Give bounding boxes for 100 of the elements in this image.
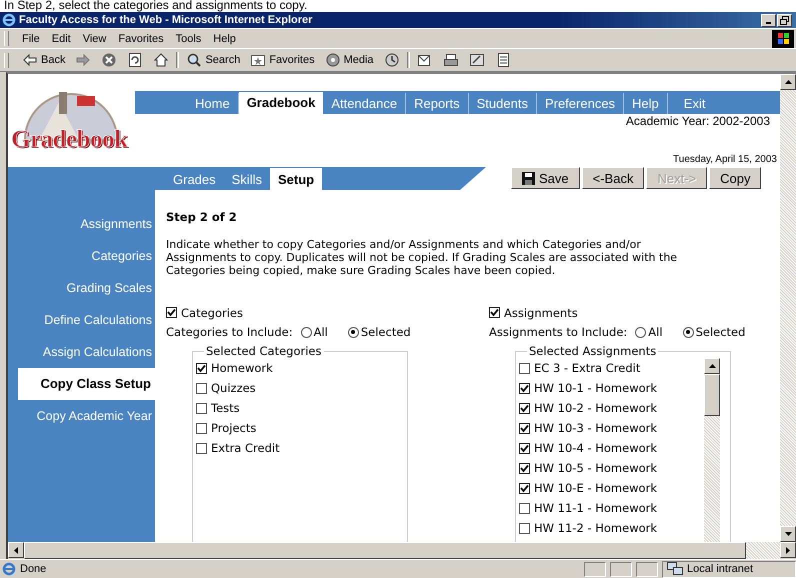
nav-tab[interactable]: Reports bbox=[406, 93, 469, 114]
restore-button[interactable] bbox=[777, 14, 792, 26]
page-icon bbox=[2, 562, 16, 576]
sidebar-item[interactable]: Assign Calculations bbox=[8, 336, 155, 368]
checkbox-label: HW 10-4 - Homework bbox=[534, 441, 658, 455]
menu-item[interactable]: View bbox=[78, 32, 112, 44]
checkbox[interactable] bbox=[519, 462, 530, 474]
checkbox-label: HW 11-2 - Homework bbox=[534, 521, 658, 535]
checkbox[interactable] bbox=[519, 482, 530, 494]
action-button[interactable]: Save bbox=[511, 167, 580, 189]
checkbox[interactable] bbox=[196, 442, 207, 454]
zone-text: Local intranet bbox=[687, 563, 754, 575]
checkbox[interactable] bbox=[519, 502, 530, 514]
menu-item[interactable]: Help bbox=[208, 32, 241, 44]
checkbox[interactable] bbox=[519, 362, 530, 374]
sidebar-item[interactable]: Grading Scales bbox=[8, 272, 155, 304]
radio-button[interactable] bbox=[300, 326, 312, 338]
status-pane bbox=[584, 562, 606, 576]
sidebar-item[interactable]: Categories bbox=[8, 240, 155, 272]
stop-icon bbox=[101, 52, 118, 68]
checkbox-label: Assignments bbox=[504, 306, 578, 320]
browser-icon bbox=[2, 13, 16, 27]
sidebar-item[interactable]: Copy Class Setup bbox=[18, 368, 155, 400]
restore-icon bbox=[780, 16, 789, 24]
checkbox-label: HW 10-3 - Homework bbox=[534, 421, 658, 435]
scrollbar-thumb[interactable] bbox=[704, 374, 720, 416]
media-button[interactable]: Media bbox=[322, 52, 377, 68]
checkbox[interactable] bbox=[166, 307, 177, 318]
history-icon bbox=[384, 52, 400, 68]
radio-label: Selected bbox=[360, 325, 411, 339]
checkbox[interactable] bbox=[196, 362, 207, 374]
home-icon bbox=[153, 52, 170, 68]
checkbox-label: HW 10-5 - Homework bbox=[534, 461, 658, 475]
checkbox[interactable] bbox=[519, 522, 530, 534]
sidebar-item[interactable]: Assignments bbox=[8, 208, 155, 240]
nav-tab[interactable]: Gradebook bbox=[238, 92, 324, 114]
checkbox-label: Categories bbox=[181, 306, 243, 320]
media-icon bbox=[324, 52, 341, 68]
nav-tab[interactable]: Exit bbox=[668, 93, 722, 114]
group-title: Selected Categories bbox=[205, 344, 322, 358]
right-arrow-icon bbox=[786, 546, 790, 554]
minimize-button[interactable] bbox=[761, 14, 776, 26]
sub-tab[interactable]: Skills bbox=[224, 170, 270, 190]
instructions-text: Indicate whether to copy Categories and/or Assignments and which Categories and/or Assignments to copy. Duplicates will not be copied. If Grading Scales are associated with the Categories being copied, make sure Grading Scales have been copied. bbox=[166, 238, 678, 277]
checkbox[interactable] bbox=[519, 402, 530, 414]
nav-tab[interactable]: Preferences bbox=[536, 93, 624, 114]
checkbox[interactable] bbox=[519, 382, 530, 394]
include-label: Categories to Include: bbox=[166, 325, 293, 339]
up-arrow-icon bbox=[708, 364, 716, 368]
edit-icon bbox=[468, 52, 485, 68]
print-icon bbox=[442, 52, 459, 68]
status-text: Done bbox=[20, 563, 48, 575]
radio-button[interactable] bbox=[348, 326, 359, 338]
menu-item[interactable]: Edit bbox=[46, 32, 76, 44]
action-button[interactable]: <-Back bbox=[582, 167, 644, 189]
radio-button[interactable] bbox=[635, 326, 646, 338]
flag-logo-icon bbox=[772, 30, 794, 48]
menu-item[interactable]: Tools bbox=[170, 32, 206, 44]
forward-icon bbox=[75, 52, 92, 68]
caption-text: In Step 2, select the categories and assignments to copy. bbox=[0, 0, 796, 12]
radio-label: Selected bbox=[696, 325, 746, 339]
sub-tab[interactable]: Setup bbox=[270, 168, 322, 190]
refresh-icon bbox=[127, 52, 144, 68]
checkbox-label: HW 11-1 - Homework bbox=[534, 501, 658, 515]
checkbox-label: Tests bbox=[211, 401, 240, 415]
checkbox[interactable] bbox=[196, 422, 207, 434]
nav-tab[interactable]: Help bbox=[624, 93, 668, 114]
left-arrow-icon bbox=[14, 546, 18, 554]
checkbox[interactable] bbox=[196, 382, 207, 394]
checkbox[interactable] bbox=[489, 307, 500, 318]
radio-button[interactable] bbox=[682, 326, 694, 338]
sub-tab[interactable]: Grades bbox=[165, 170, 224, 190]
favorites-icon bbox=[250, 52, 266, 68]
back-button[interactable]: Back bbox=[19, 52, 68, 68]
date-text: Tuesday, April 15, 2003 bbox=[672, 154, 778, 167]
checkbox-label: Projects bbox=[211, 421, 256, 435]
group-title: Selected Assignments bbox=[528, 344, 658, 358]
radio-label: All bbox=[648, 325, 663, 339]
up-arrow-icon bbox=[784, 80, 792, 84]
list-scrollbar[interactable] bbox=[704, 358, 720, 542]
window-title: Faculty Access for the Web - Microsoft Internet Explorer bbox=[19, 14, 312, 26]
sidebar-item[interactable]: Define Calculations bbox=[8, 304, 155, 336]
checkbox[interactable] bbox=[519, 442, 530, 454]
action-button[interactable]: Copy bbox=[709, 167, 762, 189]
nav-tab[interactable]: Students bbox=[468, 93, 537, 114]
menu-item[interactable]: Favorites bbox=[113, 32, 169, 44]
radio-label: All bbox=[314, 325, 328, 339]
checkbox[interactable] bbox=[196, 402, 207, 414]
checkbox-label: HW 10-E - Homework bbox=[534, 481, 657, 495]
checkbox[interactable] bbox=[519, 422, 530, 434]
checkbox-label: HW 10-1 - Homework bbox=[534, 381, 658, 395]
checkbox-label: Homework bbox=[211, 361, 273, 375]
sidebar-item[interactable]: Copy Academic Year bbox=[8, 400, 155, 432]
include-label: Assignments to Include: bbox=[489, 325, 628, 339]
checkbox-label: Quizzes bbox=[211, 381, 256, 395]
menu-item[interactable]: File bbox=[17, 32, 45, 44]
search-button[interactable]: Search bbox=[183, 52, 244, 68]
favorites-button[interactable]: Favorites bbox=[247, 52, 318, 68]
nav-tab[interactable]: Attendance bbox=[323, 93, 406, 114]
status-pane bbox=[636, 562, 658, 576]
